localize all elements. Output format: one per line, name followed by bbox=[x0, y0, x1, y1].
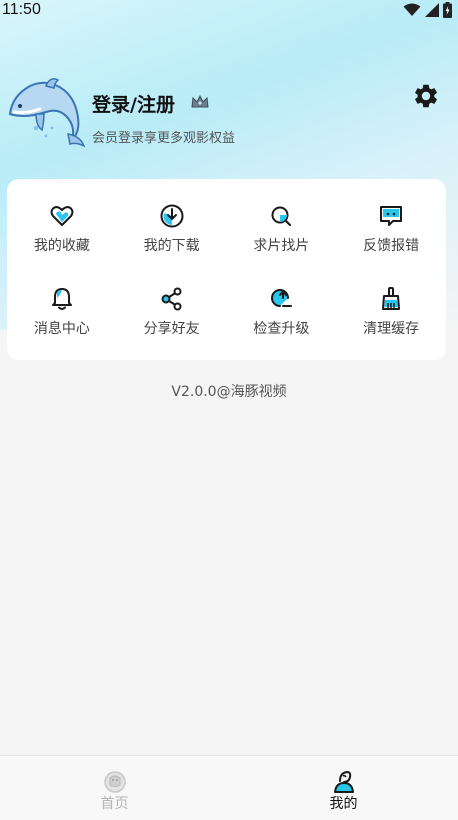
status-time: 11:50 bbox=[2, 1, 41, 18]
gear-icon[interactable] bbox=[412, 82, 440, 110]
profile-header: 登录/注册 会员登录享更多观影权益 bbox=[0, 72, 458, 152]
feedback-icon bbox=[380, 205, 403, 226]
profile-icon bbox=[333, 770, 354, 793]
menu-item-label: 我的下载 bbox=[143, 237, 200, 254]
menu-item-label: 我的收藏 bbox=[33, 237, 90, 254]
tab-profile[interactable]: 我的 bbox=[229, 756, 458, 820]
menu-item-request-movie[interactable]: 求片找片 bbox=[227, 187, 337, 271]
tab-home-label: 首页 bbox=[100, 796, 129, 812]
menu-item-label: 检查升级 bbox=[253, 321, 310, 338]
crown-icon bbox=[191, 94, 209, 108]
download-icon bbox=[160, 204, 184, 228]
version-text: V2.0.0@海豚视频 bbox=[171, 384, 287, 400]
menu-item-label: 消息中心 bbox=[33, 321, 90, 338]
tab-home[interactable]: 首页 bbox=[0, 756, 229, 820]
menu-item-clear-cache[interactable]: 清理缓存 bbox=[336, 271, 446, 355]
login-register-link[interactable]: 登录/注册 bbox=[92, 90, 175, 117]
dolphin-icon[interactable] bbox=[6, 76, 86, 148]
menu-item-messages[interactable]: 消息中心 bbox=[7, 271, 117, 355]
home-icon bbox=[103, 771, 126, 793]
login-subtitle: 会员登录享更多观影权益 bbox=[92, 131, 236, 146]
status-icons bbox=[403, 2, 452, 18]
menu-item-favorites[interactable]: 我的收藏 bbox=[7, 187, 117, 271]
menu-item-downloads[interactable]: 我的下载 bbox=[117, 187, 227, 271]
search-icon bbox=[271, 206, 292, 226]
menu-item-label: 求片找片 bbox=[253, 237, 310, 254]
share-icon bbox=[161, 287, 182, 311]
menu-item-feedback[interactable]: 反馈报错 bbox=[336, 187, 446, 271]
battery-charging-icon bbox=[443, 2, 452, 18]
tab-profile-label: 我的 bbox=[329, 796, 358, 812]
status-bar: 11:50 bbox=[0, 0, 458, 20]
broom-icon bbox=[382, 287, 401, 311]
heart-icon bbox=[50, 205, 74, 226]
menu-item-label: 反馈报错 bbox=[363, 237, 420, 254]
upgrade-icon bbox=[271, 289, 293, 308]
feature-menu-card: 我的收藏 我的下载 求片找片 反馈报错 消息中心 分享好友 检查升级 清理缓存 bbox=[7, 179, 446, 360]
menu-item-label: 分享好友 bbox=[143, 321, 200, 338]
menu-item-upgrade[interactable]: 检查升级 bbox=[227, 271, 337, 355]
menu-item-label: 清理缓存 bbox=[363, 321, 420, 338]
bottom-tab-bar: 首页 我的 bbox=[0, 755, 458, 820]
signal-icon bbox=[425, 3, 439, 17]
menu-item-share[interactable]: 分享好友 bbox=[117, 271, 227, 355]
wifi-icon bbox=[403, 3, 421, 16]
bell-icon bbox=[51, 288, 72, 311]
